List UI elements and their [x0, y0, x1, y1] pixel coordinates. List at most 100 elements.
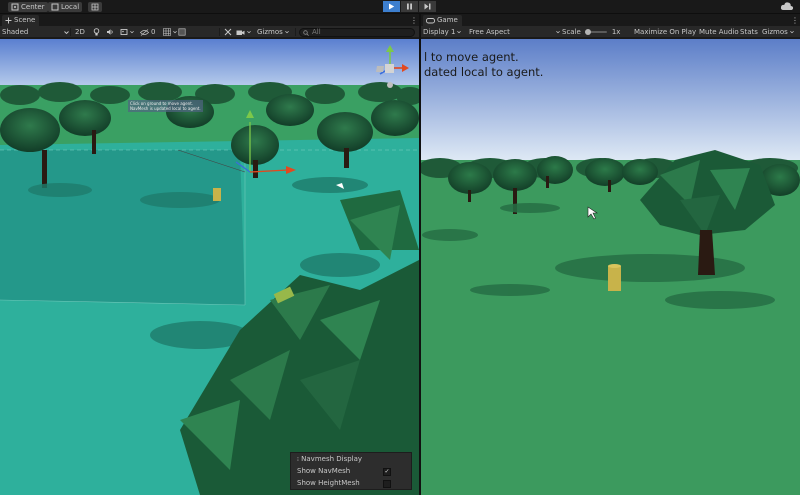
- scene-tab-icon: [5, 17, 12, 24]
- mute-audio-label: Mute Audio: [699, 28, 739, 36]
- aspect-label: Free Aspect: [469, 28, 510, 36]
- game-instruction-line1: l to move agent.: [424, 50, 519, 64]
- game-gizmos-label: Gizmos: [762, 28, 788, 36]
- grid-snap-button[interactable]: [88, 2, 102, 12]
- navmesh-overlay-header[interactable]: ⁝ Navmesh Display: [297, 454, 407, 465]
- main-toolbar: Center Local: [0, 0, 800, 14]
- pivot-rotation-button[interactable]: Local: [48, 2, 83, 12]
- chevron-down-icon: [247, 30, 251, 34]
- game-gizmos-dropdown[interactable]: Gizmos: [762, 26, 794, 38]
- chevron-down-icon: [130, 30, 134, 34]
- gamepad-icon: [426, 18, 435, 24]
- play-button[interactable]: [383, 1, 400, 12]
- show-navmesh-row[interactable]: Show NavMesh ✓: [297, 466, 407, 477]
- step-icon: [424, 3, 431, 10]
- game-instructions: l to move agent. dated local to agent.: [424, 50, 543, 80]
- view-2d-label: 2D: [75, 28, 85, 36]
- scene-nav-hint-line2: NavMesh is updated local to agent.: [130, 106, 201, 111]
- scene-lighting-toggle[interactable]: [93, 26, 100, 38]
- grid-icon: [163, 28, 171, 36]
- game-viewport[interactable]: [421, 39, 800, 495]
- tab-scene[interactable]: Scene: [2, 15, 40, 26]
- pause-button[interactable]: [401, 1, 418, 12]
- draw-mode-toggle[interactable]: [178, 26, 186, 38]
- eye-slash-icon: [140, 28, 149, 36]
- scene-effects-dropdown[interactable]: [120, 26, 134, 38]
- scene-view-toolbar: Shaded 2D 0 Gizmos All: [0, 26, 419, 38]
- speaker-icon: [107, 29, 113, 35]
- chevron-down-icon: [457, 30, 462, 34]
- maximize-on-play-toggle[interactable]: Maximize On Play: [634, 26, 696, 38]
- show-navmesh-checkbox[interactable]: ✓: [383, 468, 391, 476]
- local-space-icon: [51, 3, 59, 11]
- navmesh-display-overlay: ⁝ Navmesh Display Show NavMesh ✓ Show He…: [290, 452, 412, 490]
- grid-visibility-dropdown[interactable]: [163, 26, 177, 38]
- scene-render[interactable]: [0, 39, 419, 495]
- toolbar-separator: [70, 28, 71, 36]
- chevron-down-icon: [789, 30, 794, 34]
- navmesh-overlay-title: Navmesh Display: [301, 455, 363, 463]
- mute-audio-toggle[interactable]: Mute Audio: [699, 26, 739, 38]
- pivot-mode-label: Center: [21, 3, 45, 11]
- game-instruction-line2: dated local to agent.: [424, 65, 544, 79]
- play-icon: [389, 3, 395, 10]
- view-2d-toggle[interactable]: 2D: [75, 26, 85, 38]
- scale-slider[interactable]: [584, 28, 607, 36]
- maximize-on-play-label: Maximize On Play: [634, 28, 697, 36]
- scene-tools-button[interactable]: [224, 26, 232, 38]
- display-dropdown[interactable]: Display 1: [423, 26, 462, 38]
- hidden-objects-count: 0: [151, 28, 156, 36]
- show-navmesh-label: Show NavMesh: [297, 467, 351, 475]
- chevron-down-icon: [556, 30, 560, 34]
- search-icon: [303, 30, 309, 36]
- hidden-objects-toggle[interactable]: 0: [140, 26, 155, 38]
- scene-search-placeholder: All: [312, 28, 321, 36]
- overlay-handle-icon: ⁝: [297, 456, 299, 463]
- scale-control[interactable]: Scale 1x: [562, 26, 620, 38]
- chevron-down-icon: [64, 30, 70, 34]
- show-heightmesh-row[interactable]: Show HeightMesh: [297, 478, 407, 489]
- pivot-center-icon: [11, 3, 19, 11]
- pivot-mode-button[interactable]: Center: [8, 2, 48, 12]
- pivot-rotation-label: Local: [61, 3, 80, 11]
- scene-tabbar: Scene ⋮: [0, 14, 419, 26]
- tools-icon: [224, 28, 232, 36]
- game-render[interactable]: [421, 39, 800, 495]
- scene-gizmos-label: Gizmos: [257, 28, 283, 36]
- shading-mode-label: Shaded: [2, 28, 29, 36]
- step-button[interactable]: [419, 1, 436, 12]
- aspect-dropdown[interactable]: Free Aspect: [469, 26, 560, 38]
- scale-value: 1x: [611, 28, 621, 36]
- scale-slider-thumb[interactable]: [584, 29, 591, 35]
- chevron-down-icon: [284, 30, 289, 34]
- grid-snap-icon: [91, 3, 99, 11]
- game-tabbar: Game ⋮: [421, 14, 800, 26]
- game-tab-label: Game: [437, 16, 458, 24]
- scene-nav-hint: Click on ground to move agent. NavMesh i…: [128, 100, 203, 112]
- show-heightmesh-label: Show HeightMesh: [297, 479, 360, 487]
- scene-menu-icon[interactable]: ⋮: [410, 16, 418, 25]
- tab-game[interactable]: Game: [423, 15, 462, 26]
- show-heightmesh-checkbox[interactable]: [383, 480, 391, 488]
- playmode-controls: [383, 1, 436, 12]
- scene-search-input[interactable]: All: [299, 28, 415, 37]
- camera-icon: [236, 30, 245, 35]
- scene-audio-toggle[interactable]: [106, 26, 114, 38]
- stats-toggle[interactable]: Stats: [740, 26, 758, 38]
- shading-mode-dropdown[interactable]: Shaded: [2, 26, 70, 38]
- stats-label: Stats: [740, 28, 758, 36]
- cloud-icon[interactable]: [780, 1, 794, 12]
- pause-icon: [407, 3, 412, 10]
- scale-label: Scale: [562, 28, 581, 36]
- display-label: Display 1: [423, 28, 456, 36]
- game-menu-icon[interactable]: ⋮: [791, 16, 799, 25]
- scene-gizmos-dropdown[interactable]: Gizmos: [257, 26, 289, 38]
- game-view-toolbar: Display 1 Free Aspect Scale 1x Maximize …: [421, 26, 800, 38]
- scene-tab-label: Scene: [14, 16, 36, 24]
- camera-settings-dropdown[interactable]: [236, 26, 251, 38]
- lightbulb-icon: [93, 28, 100, 36]
- toolbar-separator: [295, 28, 296, 36]
- scene-viewport[interactable]: Click on ground to move agent. NavMesh i…: [0, 39, 419, 495]
- checkmark-icon: ✓: [384, 468, 390, 475]
- chevron-down-icon: [173, 30, 177, 34]
